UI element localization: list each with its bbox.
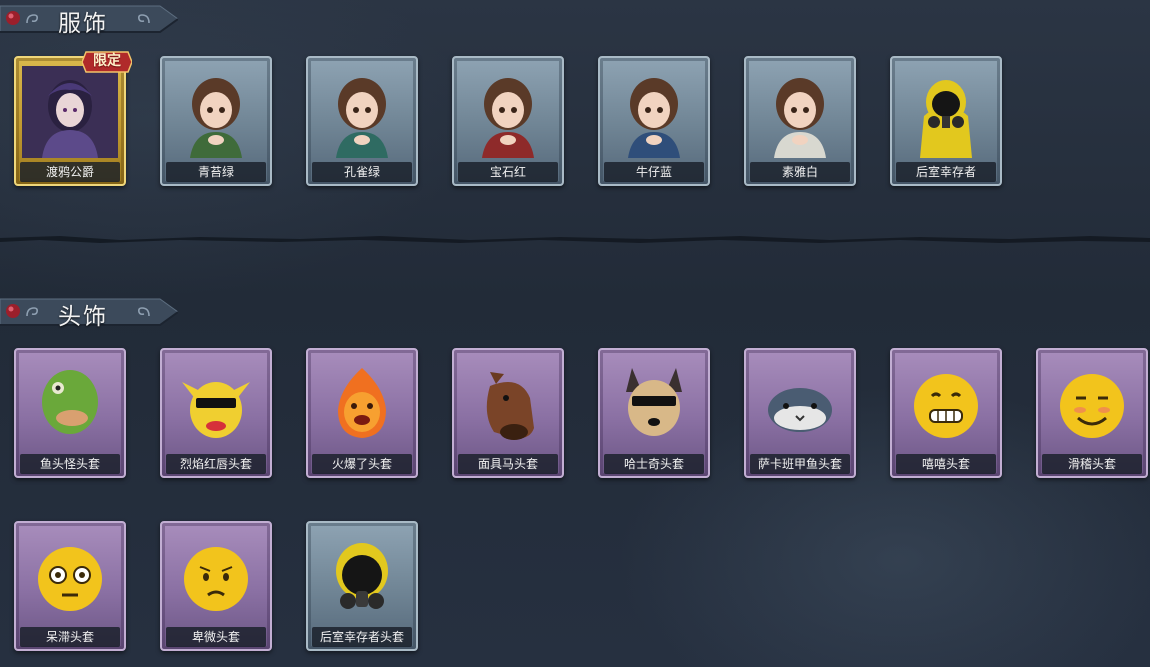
swirl-ornament-icon [26,14,38,24]
card-label: 宝石红 [489,165,526,179]
husky-mask-icon [626,368,682,436]
headwear-card[interactable]: 嘻嘻头套 [890,348,1002,478]
girl-portrait-denim-icon [628,78,680,158]
headwear-card[interactable]: 呆滞头套 [14,521,126,651]
card-label: 牛仔蓝 [635,165,672,179]
headwear-card[interactable]: 后室幸存者头套 [306,521,418,651]
card-label-bar: 呆滞头套 [20,627,120,647]
girl-portrait-green-icon [190,78,242,158]
card-label-bar: 牛仔蓝 [604,162,704,182]
badge-text: 限定 [93,53,121,69]
headwear-card[interactable]: 卑微头套 [160,521,272,651]
card-label: 渡鸦公爵 [45,165,94,179]
headwear-card[interactable]: 萨卡班甲鱼头套 [744,348,856,478]
section-divider [0,236,1150,243]
card-label-bar: 卑微头套 [166,627,266,647]
costumes-section-header: 服饰 [0,2,178,37]
card-label-bar: 鱼头怪头套 [20,454,120,474]
card-label-bar: 孔雀绿 [312,162,412,182]
wardrobe-screen: 服饰 渡鸦公爵 限定 青苔绿 孔雀绿 宝石红 牛仔蓝 素雅白 后室幸存者 头饰 … [0,0,1150,667]
card-label: 嘻嘻头套 [921,457,970,471]
red-gem-icon [6,11,20,25]
card-label: 哈士奇头套 [623,457,684,471]
swirl-ornament-icon [138,14,150,24]
gas-mask-helmet-icon [336,543,388,609]
yellow-mouse-mask-icon [182,382,250,438]
costume-card[interactable]: 后室幸存者 [890,56,1002,186]
headwear-card[interactable]: 烈焰红唇头套 [160,348,272,478]
card-label-bar: 后室幸存者头套 [312,627,412,647]
headwear-section-header: 头饰 [0,295,178,330]
card-label: 面具马头套 [477,457,538,471]
card-label: 烈焰红唇头套 [179,457,252,471]
humble-emoji-mask-icon [184,547,248,611]
costume-card[interactable]: 素雅白 [744,56,856,186]
girl-portrait-teal-icon [336,78,388,158]
card-label-bar: 青苔绿 [166,162,266,182]
horse-mask-icon [486,372,534,440]
swirl-ornament-icon [26,307,38,317]
card-label-bar: 渡鸦公爵 [20,162,120,182]
girl-portrait-white-icon [774,78,826,158]
smirk-emoji-mask-icon [1060,374,1124,438]
costume-card[interactable]: 宝石红 [452,56,564,186]
card-label: 后室幸存者 [915,165,976,179]
grin-emoji-mask-icon [914,374,978,438]
card-label: 萨卡班甲鱼头套 [757,457,842,471]
fish-head-mask-icon [42,370,98,434]
section-title: 服饰 [58,11,108,37]
card-label-bar: 素雅白 [750,162,850,182]
costume-card[interactable]: 青苔绿 [160,56,272,186]
card-label: 火爆了头套 [331,457,392,471]
hazmat-survivor-icon [920,80,972,158]
card-label-bar: 烈焰红唇头套 [166,454,266,474]
card-label: 青苔绿 [197,165,234,179]
sacabambaspis-mask-icon [768,388,832,432]
card-label: 素雅白 [781,165,818,179]
card-label-bar: 嘻嘻头套 [896,454,996,474]
swirl-ornament-icon [138,307,150,317]
headwear-card[interactable]: 鱼头怪头套 [14,348,126,478]
card-label-bar: 滑稽头套 [1042,454,1142,474]
card-label-bar: 哈士奇头套 [604,454,704,474]
flame-mask-icon [338,368,386,438]
card-label-bar: 面具马头套 [458,454,558,474]
card-label: 后室幸存者头套 [319,630,404,644]
section-title: 头饰 [58,304,108,330]
card-label: 孔雀绿 [343,165,380,179]
headwear-card[interactable]: 火爆了头套 [306,348,418,478]
dazed-emoji-mask-icon [38,547,102,611]
card-label: 鱼头怪头套 [39,457,100,471]
headwear-card[interactable]: 面具马头套 [452,348,564,478]
card-label-bar: 萨卡班甲鱼头套 [750,454,850,474]
card-label: 滑稽头套 [1067,457,1116,471]
raven-duke-portrait-icon [22,66,118,158]
card-label-bar: 宝石红 [458,162,558,182]
headwear-card[interactable]: 滑稽头套 [1036,348,1148,478]
card-label: 卑微头套 [191,630,240,644]
card-label-bar: 后室幸存者 [896,162,996,182]
costume-card[interactable]: 牛仔蓝 [598,56,710,186]
card-label-bar: 火爆了头套 [312,454,412,474]
limited-badge: 限定 [82,50,132,74]
red-gem-icon [6,304,20,318]
costume-card[interactable]: 孔雀绿 [306,56,418,186]
headwear-card[interactable]: 哈士奇头套 [598,348,710,478]
costume-card[interactable]: 渡鸦公爵 限定 [14,51,132,186]
card-label: 呆滞头套 [45,630,94,644]
girl-portrait-red-icon [482,78,534,158]
